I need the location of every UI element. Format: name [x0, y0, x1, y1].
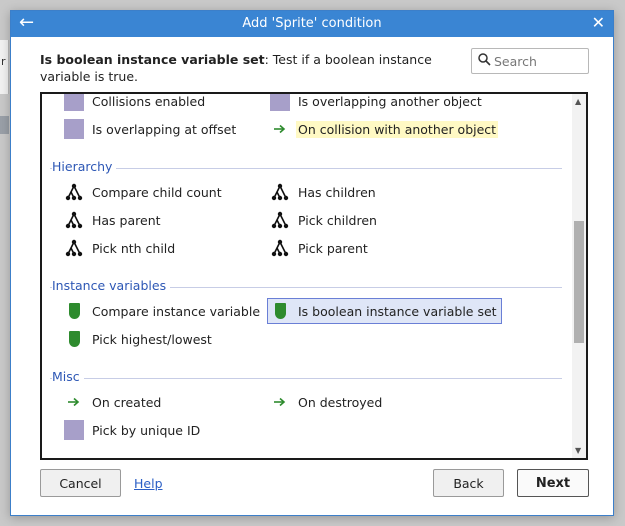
- close-icon[interactable]: ✕: [592, 14, 605, 32]
- list-item-label: Compare child count: [92, 184, 222, 200]
- list-item-pick-by-unique-id[interactable]: Pick by unique ID: [64, 417, 202, 443]
- unique-id-square-icon: [64, 420, 84, 440]
- list-item-pick-parent[interactable]: Pick parent: [270, 235, 370, 261]
- background-edge-block: [0, 116, 9, 134]
- list-item-label: Pick children: [298, 212, 377, 228]
- section-header-hierarchy: Hierarchy: [50, 159, 562, 175]
- section-header-misc: Misc: [50, 369, 562, 385]
- overlap-square-icon: [270, 94, 290, 111]
- scroll-up-icon[interactable]: ▲: [575, 97, 581, 106]
- section-divider: [50, 378, 562, 379]
- dialog-title: Add 'Sprite' condition: [242, 16, 382, 31]
- list-item-on-collision[interactable]: On collision with another object: [270, 116, 499, 142]
- back-button[interactable]: Back: [433, 469, 504, 497]
- help-link[interactable]: Help: [134, 476, 163, 491]
- trigger-arrow-icon: [64, 392, 84, 412]
- list-item-has-children[interactable]: Has children: [270, 179, 378, 205]
- section-label: Misc: [52, 369, 84, 384]
- list-item-has-parent[interactable]: Has parent: [64, 207, 163, 233]
- list-item-label: Is overlapping another object: [298, 93, 482, 109]
- list-item-label: Pick parent: [298, 240, 368, 256]
- condition-description: Is boolean instance variable set: Test i…: [40, 51, 460, 85]
- scroll-down-icon[interactable]: ▼: [575, 446, 581, 455]
- list-item-label: Compare instance variable: [92, 303, 261, 319]
- list-item-label: On created: [92, 394, 162, 410]
- background-edge-text: r: [1, 55, 6, 68]
- hierarchy-icon: [270, 210, 290, 230]
- condition-list[interactable]: Collisions enabled Is overlapping anothe…: [40, 92, 588, 460]
- list-item-pick-nth-child[interactable]: Pick nth child: [64, 235, 177, 261]
- list-item-is-overlapping-another-object[interactable]: Is overlapping another object: [270, 93, 484, 114]
- list-item-is-overlapping-at-offset[interactable]: Is overlapping at offset: [64, 116, 238, 142]
- list-item-label: On destroyed: [298, 394, 383, 410]
- list-item-label: Is overlapping at offset: [92, 121, 237, 137]
- list-item-pick-children[interactable]: Pick children: [270, 207, 379, 233]
- search-icon: [478, 53, 491, 66]
- next-button[interactable]: Next: [517, 469, 589, 497]
- hierarchy-icon: [64, 238, 84, 258]
- instance-variable-icon: [270, 301, 290, 321]
- trigger-arrow-icon: [270, 119, 290, 139]
- list-item-pick-highest-lowest[interactable]: Pick highest/lowest: [64, 326, 214, 352]
- section-header-instance-variables: Instance variables: [50, 278, 562, 294]
- list-item-label: Is boolean instance variable set: [298, 303, 497, 319]
- search-input[interactable]: [494, 52, 584, 70]
- list-item-label: Has children: [298, 184, 376, 200]
- list-item-compare-child-count[interactable]: Compare child count: [64, 179, 224, 205]
- instance-variable-icon: [64, 301, 84, 321]
- collision-square-icon: [64, 94, 84, 111]
- instance-variable-icon: [64, 329, 84, 349]
- list-item-label: Pick by unique ID: [92, 422, 201, 438]
- list-item-label: Has parent: [92, 212, 161, 228]
- background-window-edge: r: [0, 40, 9, 134]
- cancel-button[interactable]: Cancel: [40, 469, 121, 497]
- hierarchy-icon: [270, 238, 290, 258]
- section-divider: [50, 168, 562, 169]
- list-item-compare-instance-variable[interactable]: Compare instance variable: [64, 298, 262, 324]
- list-item-label: On collision with another object: [296, 120, 499, 138]
- add-condition-dialog: ← Add 'Sprite' condition ✕ Is boolean in…: [10, 10, 614, 516]
- trigger-arrow-icon: [270, 392, 290, 412]
- list-item-collisions-enabled[interactable]: Collisions enabled: [64, 93, 207, 114]
- list-item-on-destroyed[interactable]: On destroyed: [270, 389, 384, 415]
- list-item-is-boolean-instance-variable-set[interactable]: Is boolean instance variable set: [267, 298, 502, 324]
- section-label: Hierarchy: [52, 159, 117, 174]
- list-item-label: Collisions enabled: [92, 93, 206, 109]
- hierarchy-icon: [270, 182, 290, 202]
- hierarchy-icon: [64, 210, 84, 230]
- dialog-titlebar: ← Add 'Sprite' condition ✕: [11, 11, 613, 37]
- search-box[interactable]: [471, 48, 589, 74]
- scrollbar-thumb[interactable]: [574, 221, 584, 343]
- overlap-offset-square-icon: [64, 119, 84, 139]
- list-scrollbar[interactable]: ▲ ▼: [572, 94, 586, 458]
- condition-name: Is boolean instance variable set: [40, 52, 265, 67]
- section-label: Instance variables: [52, 278, 171, 293]
- list-item-label: Pick highest/lowest: [92, 331, 212, 347]
- hierarchy-icon: [64, 182, 84, 202]
- list-item-label: Pick nth child: [92, 240, 176, 256]
- list-item-on-created[interactable]: On created: [64, 389, 163, 415]
